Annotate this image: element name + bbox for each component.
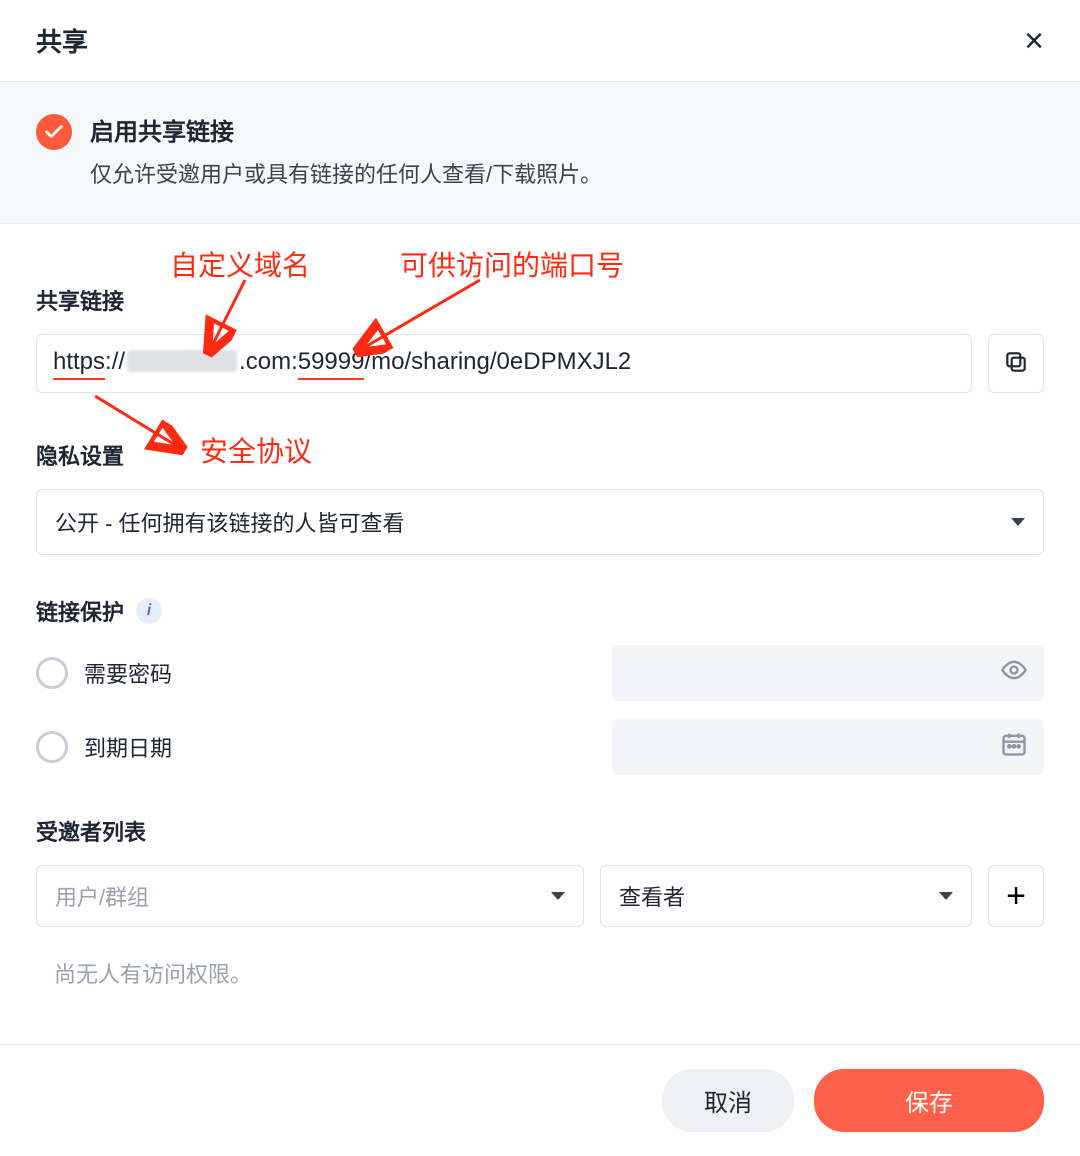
eye-icon bbox=[1000, 656, 1028, 690]
expiry-toggle[interactable] bbox=[36, 731, 68, 763]
enable-desc: 仅允许受邀用户或具有链接的任何人查看/下载照片。 bbox=[90, 157, 602, 189]
privacy-select[interactable]: 公开 - 任何拥有该链接的人皆可查看 bbox=[36, 489, 1044, 555]
invitees-label: 受邀者列表 bbox=[36, 815, 1044, 847]
invitee-empty-note: 尚无人有访问权限。 bbox=[54, 957, 1044, 989]
invitee-role-select[interactable]: 查看者 bbox=[600, 865, 972, 927]
plus-icon: + bbox=[1006, 879, 1026, 913]
privacy-label: 隐私设置 bbox=[36, 439, 1044, 471]
dialog-title: 共享 bbox=[36, 22, 88, 59]
link-protect-text: 链接保护 bbox=[36, 595, 124, 627]
info-icon[interactable]: i bbox=[136, 598, 162, 624]
enable-share-block: 启用共享链接 仅允许受邀用户或具有链接的任何人查看/下载照片。 bbox=[0, 82, 1080, 224]
share-link-label: 共享链接 bbox=[36, 284, 1044, 316]
close-icon: × bbox=[1024, 22, 1044, 60]
url-sep2: : bbox=[291, 348, 298, 376]
url-path: /mo/sharing/0eDPMXJL2 bbox=[364, 348, 631, 376]
enable-title: 启用共享链接 bbox=[90, 112, 602, 147]
invitee-role-value: 查看者 bbox=[619, 880, 685, 912]
link-protect-label: 链接保护 i bbox=[36, 595, 1044, 627]
invitee-user-placeholder: 用户/群组 bbox=[55, 880, 149, 912]
copy-link-button[interactable] bbox=[988, 334, 1044, 393]
chevron-down-icon bbox=[939, 892, 953, 900]
url-scheme: https bbox=[53, 348, 105, 380]
annotation-domain-label: 自定义域名 bbox=[170, 244, 310, 284]
chevron-down-icon bbox=[1011, 518, 1025, 526]
url-domain-redacted bbox=[127, 350, 237, 372]
cancel-button[interactable]: 取消 bbox=[662, 1069, 794, 1132]
chevron-down-icon bbox=[551, 892, 565, 900]
dialog-header: 共享 × bbox=[0, 0, 1080, 82]
url-port: 59999 bbox=[298, 348, 365, 380]
enabled-check-icon[interactable] bbox=[36, 114, 72, 150]
invitee-user-select[interactable]: 用户/群组 bbox=[36, 865, 584, 927]
add-invitee-button[interactable]: + bbox=[988, 865, 1044, 927]
share-url-display[interactable]: https :// .com : 59999 /mo/sharing/0eDPM… bbox=[36, 334, 972, 393]
password-label: 需要密码 bbox=[84, 657, 172, 689]
url-sep1: :// bbox=[105, 348, 125, 376]
save-button[interactable]: 保存 bbox=[814, 1069, 1044, 1132]
url-tld: .com bbox=[239, 348, 291, 376]
calendar-icon bbox=[1000, 730, 1028, 764]
expiry-label: 到期日期 bbox=[84, 731, 172, 763]
copy-icon bbox=[1003, 349, 1029, 378]
privacy-value: 公开 - 任何拥有该链接的人皆可查看 bbox=[55, 506, 405, 538]
password-input-disabled bbox=[612, 645, 1044, 701]
expiry-input-disabled bbox=[612, 719, 1044, 775]
close-button[interactable]: × bbox=[1024, 24, 1044, 58]
password-toggle[interactable] bbox=[36, 657, 68, 689]
dialog-footer: 取消 保存 bbox=[0, 1044, 1080, 1156]
annotation-port-label: 可供访问的端口号 bbox=[400, 244, 624, 284]
